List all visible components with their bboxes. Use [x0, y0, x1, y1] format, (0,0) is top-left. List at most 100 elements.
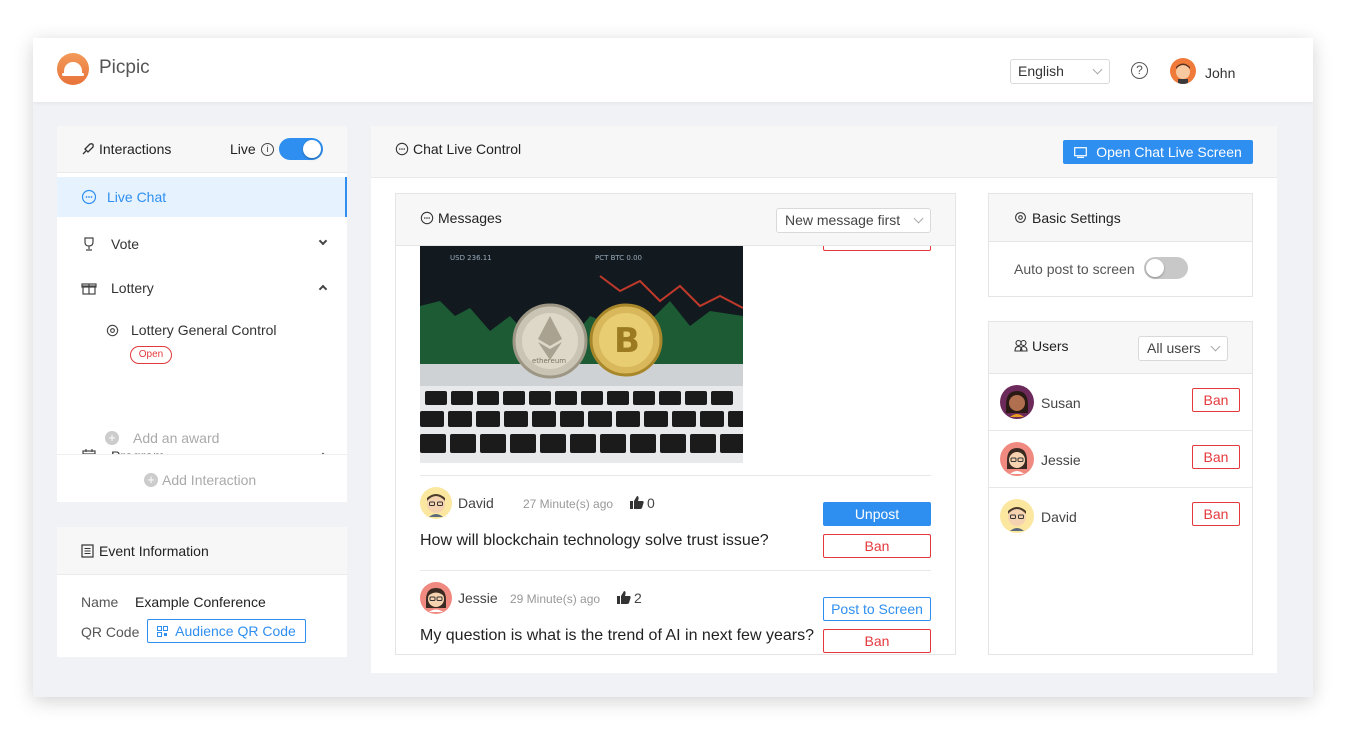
user-name: David	[1041, 509, 1077, 525]
language-value: English	[1018, 63, 1064, 79]
chat-live-control-header: Chat Live Control Open Chat Live Screen	[371, 126, 1277, 178]
sidebar-item-lottery[interactable]: Lottery	[57, 268, 347, 308]
sidebar-item-label: Vote	[111, 236, 140, 252]
ban-user-button[interactable]: Ban	[1192, 445, 1240, 469]
coin-label: ethereum	[532, 357, 566, 365]
trophy-icon	[84, 237, 94, 251]
sidebar-item-live-chat[interactable]: Live Chat	[57, 177, 347, 217]
app-window: Picpic English ? John Interactions Live …	[33, 38, 1313, 697]
users-icon	[1014, 339, 1028, 352]
brand-name: Picpic	[99, 57, 150, 78]
gear-icon	[106, 324, 119, 337]
post-to-screen-button[interactable]: Post to Screen	[823, 597, 931, 621]
user-row: Jessie Ban	[989, 431, 1252, 488]
chevron-down-icon	[1210, 341, 1221, 352]
message-user-name: David	[458, 495, 494, 511]
logo-icon	[57, 53, 89, 85]
user-avatar[interactable]	[1170, 58, 1196, 84]
chat-live-control-panel: Chat Live Control Open Chat Live Screen …	[371, 126, 1277, 673]
screen-icon	[1074, 147, 1087, 158]
qr-code-label: QR Code	[81, 624, 140, 640]
auto-post-toggle[interactable]	[1144, 257, 1188, 279]
ban-user-button[interactable]: Ban	[1192, 502, 1240, 526]
info-icon: i	[261, 143, 274, 156]
gear-icon	[1015, 212, 1026, 223]
sidebar-item-vote[interactable]: Vote	[57, 224, 347, 264]
chat-icon	[395, 142, 409, 156]
sort-select[interactable]: New message first	[776, 208, 931, 233]
messages-header: Messages New message first	[396, 194, 955, 246]
chat-live-control-title: Chat Live Control	[413, 141, 522, 157]
message-divider	[420, 570, 931, 571]
user-name: Susan	[1041, 395, 1081, 411]
lottery-sub-label: Lottery General Control	[131, 322, 277, 338]
open-badge: Open	[130, 346, 172, 364]
ban-user-button[interactable]: Ban	[1192, 388, 1240, 412]
audience-qr-button[interactable]: Audience QR Code	[147, 619, 306, 643]
user-avatar-jessie	[1000, 442, 1034, 476]
message-image: USD 236.11 PCT BTC 0.00 ethereum B	[420, 246, 743, 463]
event-info-panel: Event Information Name Example Conferenc…	[57, 527, 347, 657]
audience-qr-label: Audience QR Code	[175, 623, 296, 639]
rocket-icon	[82, 143, 94, 155]
message-time: 27 Minute(s) ago	[523, 497, 614, 511]
sidebar-item-label: Live Chat	[107, 189, 167, 205]
sort-value: New message first	[785, 212, 901, 228]
message-text: How will blockchain technology solve tru…	[420, 532, 769, 549]
interactions-header: Interactions Live i	[57, 126, 347, 173]
auto-post-label: Auto post to screen	[1014, 261, 1135, 277]
user-avatar-susan	[1000, 385, 1034, 419]
svg-text:B: B	[614, 321, 640, 361]
ban-button[interactable]: Ban	[823, 629, 931, 653]
basic-settings-header: Basic Settings	[989, 194, 1252, 242]
gift-icon	[81, 283, 97, 295]
users-filter-value: All users	[1147, 340, 1201, 356]
message-like-count: 0	[647, 495, 655, 511]
unpost-button[interactable]: Unpost	[823, 502, 931, 526]
language-select[interactable]: English	[1010, 59, 1110, 84]
message-time: 29 Minute(s) ago	[510, 592, 601, 606]
messages-card: Messages New message first USD 236.11 PC…	[395, 193, 956, 655]
top-bar: Picpic English ? John	[33, 38, 1313, 102]
plus-icon: +	[144, 473, 158, 487]
chart-label-2: PCT BTC 0.00	[595, 254, 642, 262]
basic-settings-title: Basic Settings	[1032, 210, 1121, 226]
message-divider	[420, 475, 931, 476]
event-info-title: Event Information	[99, 543, 209, 559]
user-avatar-david	[1000, 499, 1034, 533]
help-icon[interactable]: ?	[1131, 62, 1148, 79]
message-avatar-jessie	[420, 582, 452, 614]
user-row: Susan Ban	[989, 374, 1252, 431]
event-name-value: Example Conference	[135, 594, 266, 610]
chevron-down-icon	[913, 213, 924, 224]
message-user-name: Jessie	[458, 590, 498, 606]
interactions-panel: Interactions Live i Live Chat Vote Lotte…	[57, 126, 347, 502]
chevron-down-icon	[318, 236, 328, 246]
add-interaction-label: Add Interaction	[162, 472, 257, 488]
add-interaction-button[interactable]: + Add Interaction	[57, 454, 347, 502]
message-like-count: 2	[634, 590, 642, 606]
chat-icon	[81, 189, 97, 205]
users-title: Users	[1032, 338, 1069, 354]
basic-settings-card: Basic Settings Auto post to screen	[988, 193, 1253, 297]
qr-icon	[157, 626, 168, 637]
ban-button[interactable]: Ban	[823, 534, 931, 558]
open-chat-live-screen-label: Open Chat Live Screen	[1096, 144, 1242, 160]
chart-label-1: USD 236.11	[450, 254, 492, 262]
event-info-header: Event Information	[57, 527, 347, 575]
users-filter-select[interactable]: All users	[1138, 336, 1228, 361]
messages-title: Messages	[438, 210, 502, 226]
user-name[interactable]: John	[1205, 65, 1235, 81]
event-name-label: Name	[81, 594, 119, 610]
users-header: Users All users	[989, 322, 1252, 374]
thumbs-up-icon[interactable]	[630, 496, 644, 509]
chat-icon	[420, 211, 434, 225]
sidebar-item-label: Lottery	[111, 280, 154, 296]
thumbs-up-icon[interactable]	[617, 591, 631, 604]
live-toggle[interactable]	[279, 138, 323, 160]
message-avatar-david	[420, 487, 452, 519]
user-name: Jessie	[1041, 452, 1081, 468]
user-row: David Ban	[989, 488, 1252, 545]
open-chat-live-screen-button[interactable]: Open Chat Live Screen	[1063, 140, 1253, 164]
chevron-down-icon	[1092, 64, 1103, 75]
